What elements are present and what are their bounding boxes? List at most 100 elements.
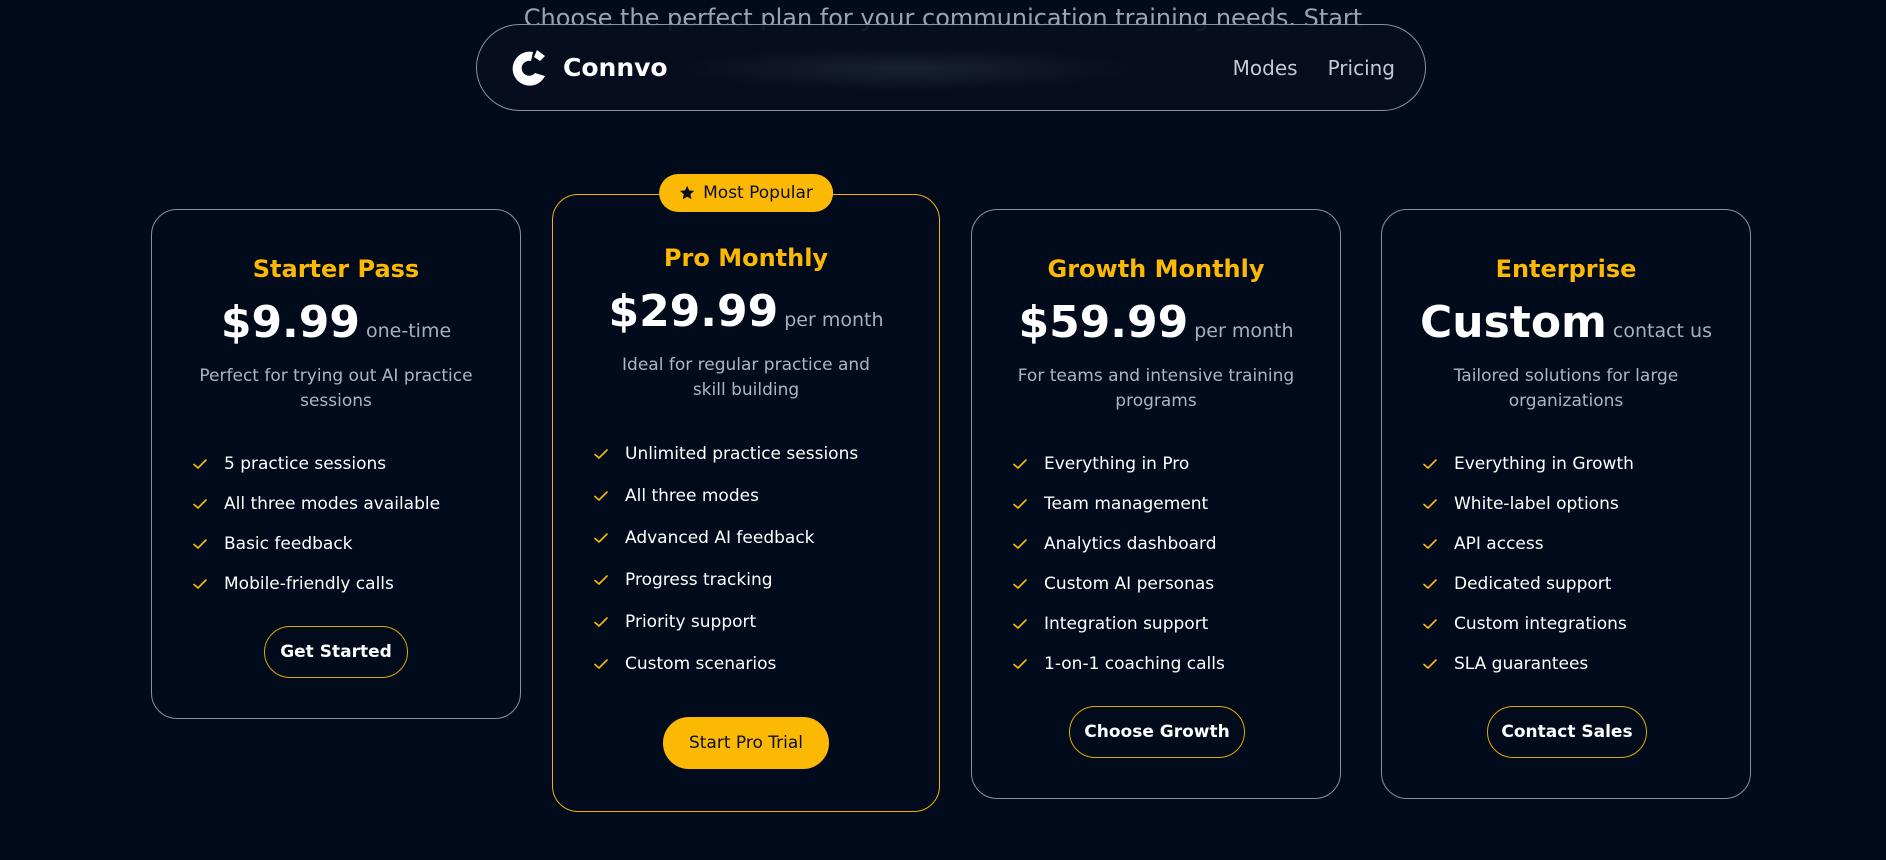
feature-item: Integration support <box>1012 604 1340 644</box>
plan-period: per month <box>1194 320 1294 342</box>
check-icon <box>1013 619 1027 629</box>
feature-label: 1-on-1 coaching calls <box>1044 654 1225 674</box>
feature-item: Mobile-friendly calls <box>192 564 520 604</box>
feature-item: Everything in Pro <box>1012 444 1340 484</box>
check-icon <box>1423 619 1437 629</box>
feature-label: Advanced AI feedback <box>625 528 815 548</box>
feature-item: Unlimited practice sessions <box>593 433 939 475</box>
feature-item: Team management <box>1012 484 1340 524</box>
contact-sales-button[interactable]: Contact Sales <box>1487 706 1647 758</box>
check-icon <box>193 539 207 549</box>
plan-name: Pro Monthly <box>663 244 829 272</box>
feature-label: Custom scenarios <box>625 654 777 674</box>
feature-label: Custom integrations <box>1454 614 1627 634</box>
feature-item: White-label options <box>1422 484 1750 524</box>
feature-label: Everything in Growth <box>1454 454 1634 474</box>
plan-period: per month <box>784 309 884 331</box>
check-icon <box>594 491 608 501</box>
price-row: $9.99 one-time <box>152 296 520 350</box>
feature-label: Everything in Pro <box>1044 454 1190 474</box>
badge-label: Most Popular <box>703 183 813 203</box>
start-pro-trial-button[interactable]: Start Pro Trial <box>663 717 829 769</box>
feature-item: All three modes <box>593 475 939 517</box>
feature-label: Integration support <box>1044 614 1209 634</box>
plan-description: Tailored solutions for large organizatio… <box>1453 366 1679 411</box>
feature-item: Analytics dashboard <box>1012 524 1340 564</box>
feature-label: All three modes <box>625 486 759 506</box>
plan-period: contact us <box>1612 320 1712 342</box>
price-row: $29.99 per month <box>553 285 939 339</box>
pricing-plans: Starter Pass $9.99 one-time Perfect for … <box>0 0 1886 860</box>
plan-name: Enterprise <box>1495 255 1637 283</box>
check-icon <box>594 659 608 669</box>
pricing-page: Choose the perfect plan for your communi… <box>0 0 1886 860</box>
brand-link[interactable]: Connvo <box>507 46 668 90</box>
plan-card-pro: Most Popular Pro Monthly $29.99 per mont… <box>552 174 940 812</box>
feature-label: Priority support <box>625 612 757 632</box>
navbar: Connvo Modes Pricing <box>476 24 1426 111</box>
feature-label: Basic feedback <box>224 534 353 554</box>
feature-label: All three modes available <box>224 494 441 514</box>
feature-item: API access <box>1422 524 1750 564</box>
check-icon <box>1013 579 1027 589</box>
plan-price: $29.99 <box>608 286 779 337</box>
feature-list: Everything in Growth White-label options… <box>1422 444 1750 684</box>
check-icon <box>594 449 608 459</box>
feature-label: Unlimited practice sessions <box>625 444 859 464</box>
feature-list: 5 practice sessions All three modes avai… <box>192 444 520 604</box>
feature-item: Priority support <box>593 601 939 643</box>
feature-item: Basic feedback <box>192 524 520 564</box>
check-icon <box>1013 539 1027 549</box>
feature-list: Everything in Pro Team management Analyt… <box>1012 444 1340 684</box>
plan-price: $59.99 <box>1018 297 1189 348</box>
feature-label: Team management <box>1044 494 1209 514</box>
plan-price: $9.99 <box>220 297 361 348</box>
feature-item: Advanced AI feedback <box>593 517 939 559</box>
feature-label: SLA guarantees <box>1454 654 1589 674</box>
feature-item: Custom integrations <box>1422 604 1750 644</box>
plan-price: Custom <box>1419 297 1607 348</box>
check-icon <box>1423 459 1437 469</box>
check-icon <box>1013 499 1027 509</box>
get-started-button[interactable]: Get Started <box>264 626 408 678</box>
price-row: $59.99 per month <box>972 296 1340 350</box>
feature-list: Unlimited practice sessions All three mo… <box>593 433 939 685</box>
plan-period: one-time <box>366 320 452 342</box>
price-row: Custom contact us <box>1382 296 1750 350</box>
most-popular-badge: Most Popular <box>659 174 833 212</box>
check-icon <box>594 533 608 543</box>
plan-card-starter: Starter Pass $9.99 one-time Perfect for … <box>151 209 521 719</box>
star-icon <box>680 185 695 200</box>
choose-growth-button[interactable]: Choose Growth <box>1069 706 1245 758</box>
check-icon <box>1423 539 1437 549</box>
check-icon <box>193 499 207 509</box>
connvo-logo-icon <box>512 49 545 86</box>
navbar-glow <box>677 47 1137 91</box>
plan-name: Growth Monthly <box>1047 255 1265 283</box>
feature-label: 5 practice sessions <box>224 454 387 474</box>
feature-label: Analytics dashboard <box>1044 534 1217 554</box>
feature-item: Custom AI personas <box>1012 564 1340 604</box>
plan-card-enterprise: Enterprise Custom contact us Tailored so… <box>1381 209 1751 799</box>
feature-item: Progress tracking <box>593 559 939 601</box>
check-icon <box>594 617 608 627</box>
plan-description: Perfect for trying out AI practice sessi… <box>199 366 473 411</box>
check-icon <box>1423 659 1437 669</box>
feature-label: Mobile-friendly calls <box>224 574 394 594</box>
brand-name: Connvo <box>563 53 668 82</box>
feature-item: Custom scenarios <box>593 643 939 685</box>
check-icon <box>1013 459 1027 469</box>
plan-description: For teams and intensive training program… <box>1017 366 1295 411</box>
nav-link-pricing[interactable]: Pricing <box>1328 56 1395 80</box>
plan-name: Starter Pass <box>252 255 420 283</box>
feature-label: Progress tracking <box>625 570 773 590</box>
nav-link-modes[interactable]: Modes <box>1233 56 1298 80</box>
check-icon <box>1423 499 1437 509</box>
check-icon <box>1423 579 1437 589</box>
feature-label: Custom AI personas <box>1044 574 1215 594</box>
check-icon <box>1013 659 1027 669</box>
plan-description: Ideal for regular practice and skill bui… <box>622 355 870 400</box>
feature-item: SLA guarantees <box>1422 644 1750 684</box>
feature-label: White-label options <box>1454 494 1619 514</box>
feature-label: API access <box>1454 534 1544 554</box>
